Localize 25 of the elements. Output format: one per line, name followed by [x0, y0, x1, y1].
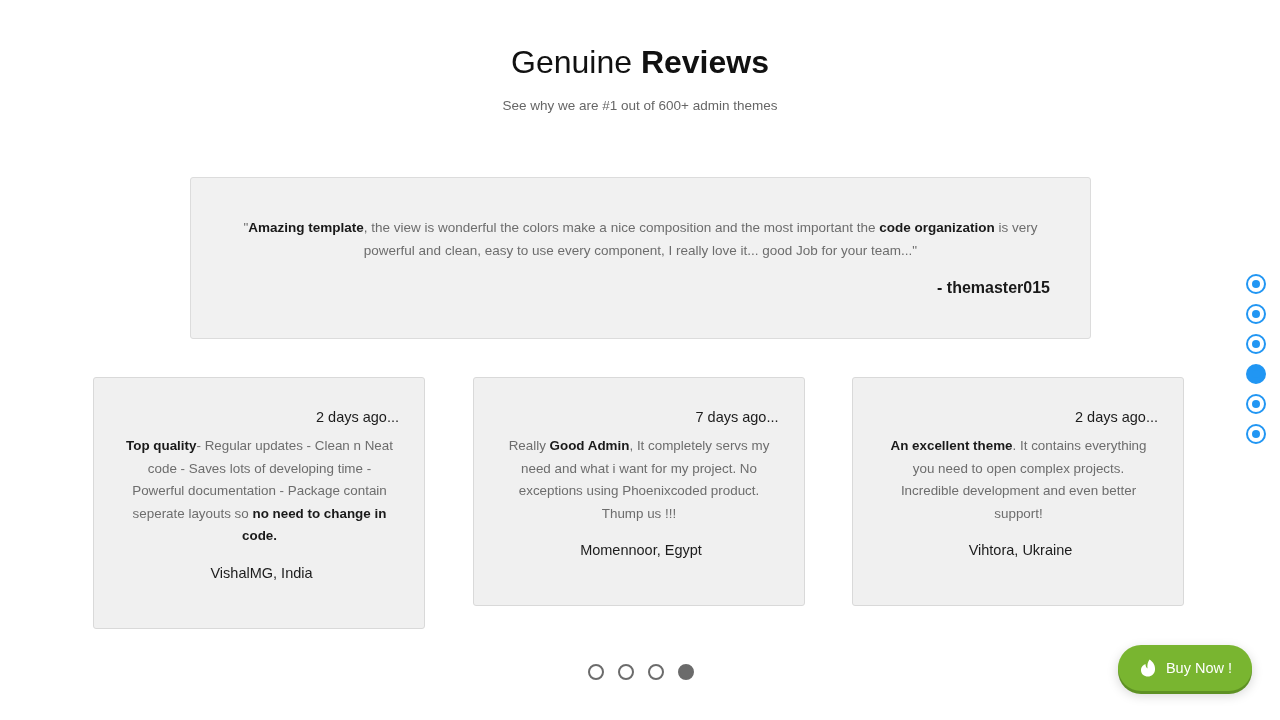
review-time: 2 days ago...	[1073, 408, 1158, 427]
page-nav-dot[interactable]	[1246, 424, 1266, 444]
page-nav-dot[interactable]	[1246, 304, 1266, 324]
page-nav-dot[interactable]	[1246, 394, 1266, 414]
review-quote: "Amazing template, the view is wonderful the colors make a nice composition and the most important the code organization is very powerful and clean, easy to use every component, I really love it... good Job for your team..."	[242, 219, 1039, 260]
review-time: 2 days ago...	[314, 408, 399, 427]
review-text: An excellent theme. It contains everything you need to open complex projects. Incredible development and even better support!	[889, 437, 1148, 523]
review-author: - themaster015	[936, 278, 1050, 298]
carousel-dot[interactable]	[678, 663, 694, 680]
page-nav-dot[interactable]	[1246, 364, 1266, 384]
page-nav-dot[interactable]	[1246, 274, 1266, 294]
section-subtitle: See why we are #1 out of 600+ admin themes	[502, 97, 778, 115]
review-time: 7 days ago...	[694, 408, 779, 427]
page-nav-dot[interactable]	[1246, 334, 1266, 354]
carousel-dot[interactable]	[618, 663, 634, 680]
buy-now-button[interactable]: Buy Now !	[1118, 645, 1252, 691]
carousel-dot[interactable]	[588, 663, 604, 680]
reviewer-name: Vihtora, Ukraine	[967, 541, 1074, 560]
reviewer-name: VishalMG, India	[209, 563, 314, 583]
leaf-icon	[1139, 659, 1156, 677]
reviewer-name: Momennoor, Egypt	[579, 541, 703, 560]
review-text: Top quality- Regular updates - Clean n Neat code - Saves lots of developing time - Powerful documentation - Package contain seperate layouts so no need to change in code.	[125, 437, 394, 545]
carousel-dot[interactable]	[648, 663, 664, 680]
review-text: Really Good Admin, It completely servs my need and what i want for my project. No exceptions using Phoenixcoded product. Thump us !!!	[507, 437, 771, 523]
section-title: Genuine Reviews	[511, 43, 769, 82]
